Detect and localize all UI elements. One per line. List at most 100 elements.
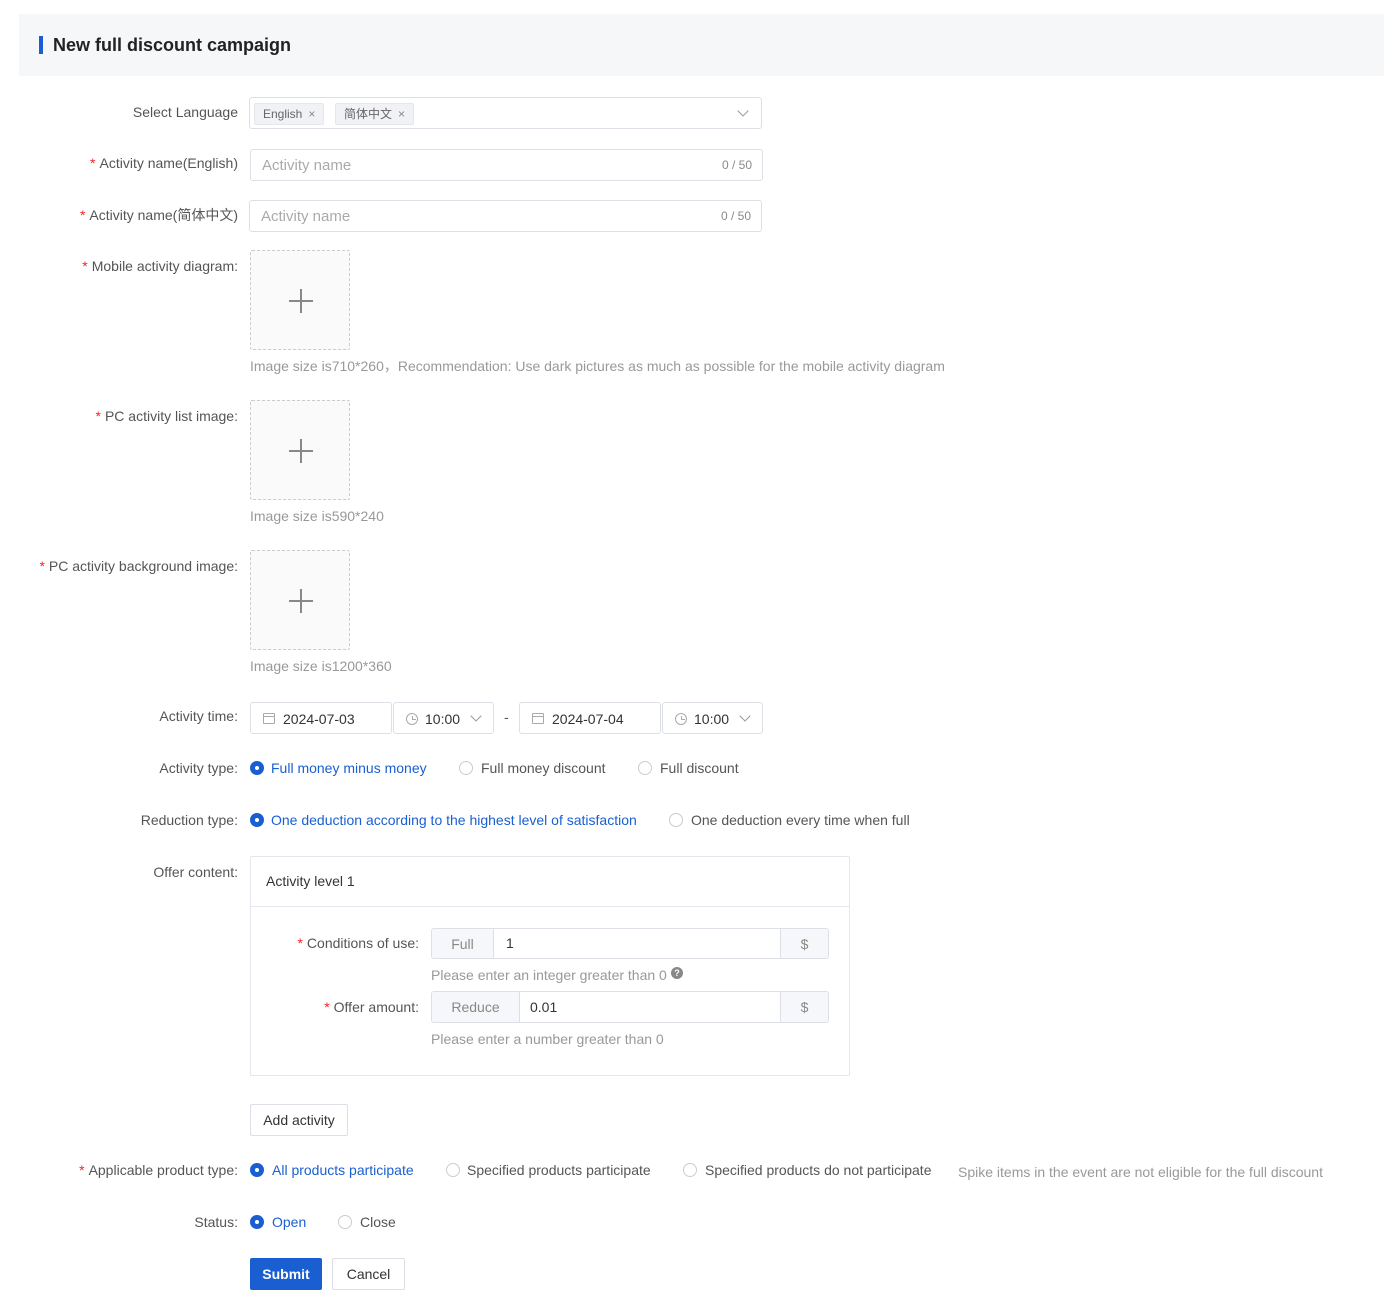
label-text: Activity name(简体中文) [89,207,238,223]
calendar-icon [532,713,544,724]
activity-type-radio-full-discount[interactable] [638,761,652,775]
product-type-option-label[interactable]: All products participate [272,1161,414,1179]
conditions-prefix: Full [432,929,494,958]
status-option-label[interactable]: Close [360,1213,396,1231]
end-time-value: 10:00 [694,711,730,727]
pc-list-image-label: * PC activity list image: [96,407,239,425]
offer-amount-input-group: Reduce 0.01 $ [431,991,829,1023]
required-mark: * [82,258,88,274]
status-label: Status: [194,1214,238,1230]
offer-amount-prefix: Reduce [432,992,520,1022]
label-text: Mobile activity diagram: [91,258,238,274]
activity-level-header: Activity level 1 [251,857,849,907]
title-accent-bar [39,36,43,54]
input-placeholder: Activity name [261,208,351,225]
required-mark: * [90,155,96,171]
end-date-picker[interactable]: 2024-07-04 [519,702,661,734]
reduction-type-label: Reduction type: [140,812,238,828]
label-text: Conditions of use: [306,935,419,951]
pc-bg-image-label: * PC activity background image: [39,557,238,575]
clock-icon [406,713,418,725]
conditions-currency-suffix: $ [780,929,828,958]
conditions-input[interactable]: 1 [506,935,514,951]
input-placeholder: Activity name [262,157,352,174]
product-type-radio-excluded[interactable] [683,1163,697,1177]
clock-icon [675,713,687,725]
mobile-diagram-hint: Image size is710*260，Recommendation: Use… [250,358,945,374]
add-activity-button[interactable]: Add activity [250,1104,348,1136]
char-counter: 0 / 50 [721,158,752,172]
chevron-down-icon [470,710,482,722]
end-time-select[interactable]: 10:00 [662,702,763,734]
required-mark: * [297,935,303,951]
status-radio-open[interactable] [250,1215,264,1229]
activity-level-title: Activity level 1 [266,873,355,889]
product-type-note: Spike items in the event are not eligibl… [958,1164,1323,1180]
status-radio-close[interactable] [338,1215,352,1229]
chevron-down-icon [739,710,751,722]
activity-type-radio-full-money-discount[interactable] [459,761,473,775]
pc-bg-image-hint: Image size is1200*360 [250,658,392,674]
offer-amount-input[interactable]: 0.01 [530,999,557,1015]
activity-name-en-input[interactable]: Activity name 0 / 50 [250,149,763,181]
activity-time-label: Activity time: [159,708,238,724]
product-type-radio-all[interactable] [250,1163,264,1177]
reduction-type-radio-highest[interactable] [250,813,264,827]
language-tag-chinese: 简体中文 × [335,103,415,125]
label-text: Activity name(English) [99,155,239,171]
required-mark: * [79,207,86,223]
cancel-button[interactable]: Cancel [332,1258,405,1290]
activity-name-zh-input[interactable]: Activity name 0 / 50 [249,200,762,232]
activity-type-option-label[interactable]: Full money minus money [271,759,427,777]
label-text: PC activity background image: [48,558,238,574]
required-mark: * [324,999,330,1015]
label-text: Applicable product type: [88,1162,238,1178]
mobile-diagram-label: * Mobile activity diagram: [82,257,238,275]
offer-amount-hint: Please enter a number greater than 0 [431,1031,664,1047]
conditions-hint: Please enter an integer greater than 0 [431,967,667,983]
start-date-value: 2024-07-03 [283,711,355,727]
language-tag-english: English × [254,103,325,125]
start-time-value: 10:00 [425,711,461,727]
reduction-type-option-label[interactable]: One deduction according to the highest l… [271,811,637,829]
offer-content-label: Offer content: [153,864,238,880]
tag-remove-icon[interactable]: × [308,107,315,121]
label-text: PC activity list image: [104,408,238,424]
activity-name-en-label: * Activity name(English) [90,154,238,172]
char-counter: 0 / 50 [720,209,751,223]
offer-amount-label: * Offer amount: [324,998,419,1016]
activity-type-label: Activity type: [159,760,238,776]
status-option-label[interactable]: Open [272,1213,306,1231]
product-type-radio-specified[interactable] [446,1163,460,1177]
submit-button[interactable]: Submit [250,1258,322,1290]
help-icon[interactable]: ? [671,967,683,979]
required-mark: * [79,1162,85,1178]
start-date-picker[interactable]: 2024-07-03 [250,702,392,734]
pc-list-image-upload[interactable] [250,400,350,500]
activity-type-option-label[interactable]: Full discount [660,759,739,777]
reduction-type-option-label[interactable]: One deduction every time when full [691,811,910,829]
calendar-icon [263,713,275,724]
pc-bg-image-upload[interactable] [250,550,350,650]
plus-icon-vertical [300,439,302,463]
language-select[interactable]: English × 简体中文 × [249,97,762,129]
product-type-label: * Applicable product type: [79,1161,238,1179]
language-tag-label: 简体中文 [344,107,393,121]
mobile-diagram-upload[interactable] [250,250,350,350]
activity-type-option-label[interactable]: Full money discount [481,759,606,777]
required-mark: * [39,558,45,574]
label-text: Offer amount: [333,999,419,1015]
pc-list-image-hint: Image size is590*240 [250,508,384,524]
language-label: Select Language [132,104,238,120]
page-title: New full discount campaign [53,35,292,55]
product-type-option-label[interactable]: Specified products do not participate [705,1161,931,1179]
product-type-option-label[interactable]: Specified products participate [467,1161,651,1179]
plus-icon-vertical [300,289,302,313]
tag-remove-icon[interactable]: × [398,107,405,121]
reduction-type-radio-every-time[interactable] [669,813,683,827]
start-time-select[interactable]: 10:00 [393,702,494,734]
end-date-value: 2024-07-04 [552,711,624,727]
page-header: New full discount campaign [19,14,1384,76]
chevron-down-icon[interactable] [737,105,749,117]
activity-type-radio-full-minus[interactable] [250,761,264,775]
